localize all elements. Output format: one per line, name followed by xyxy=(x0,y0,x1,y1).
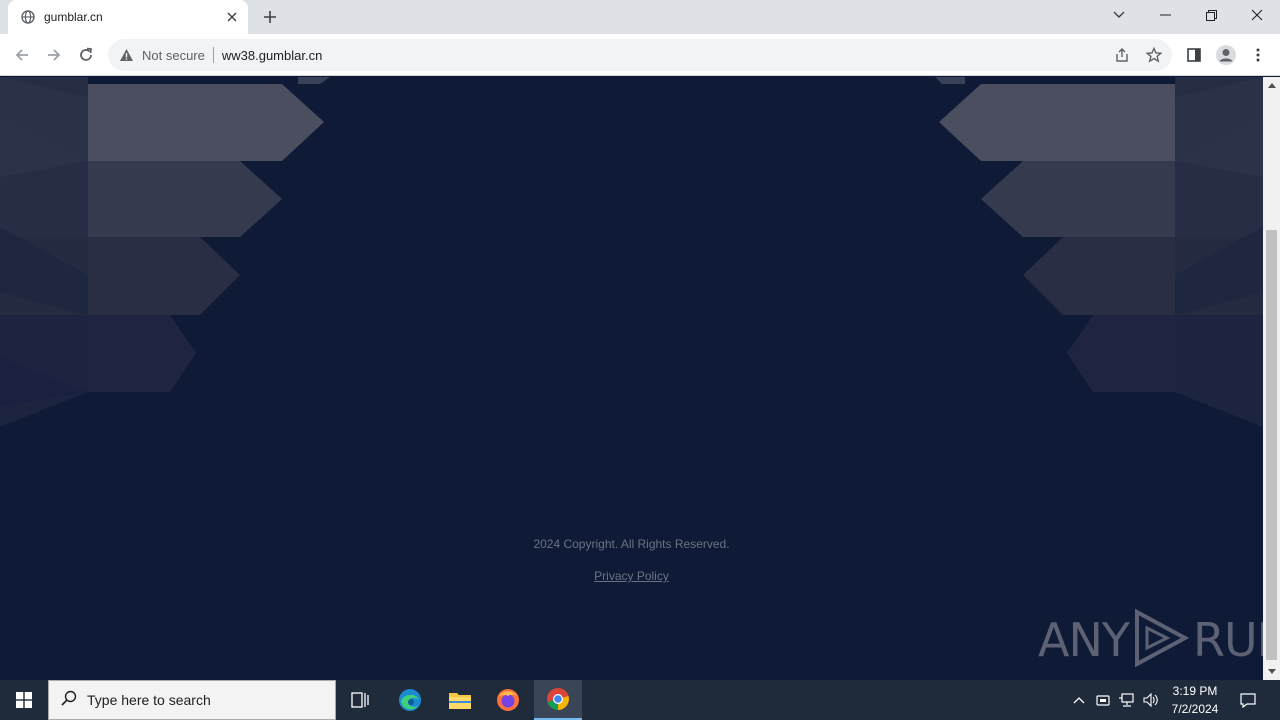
web-page: 2024 Copyright. All Rights Reserved. Pri… xyxy=(0,77,1263,680)
back-button[interactable] xyxy=(8,41,36,69)
watermark-left-text: ANY xyxy=(1038,613,1130,667)
windows-taskbar: Type here to search 3:19 PM 7/2/2024 xyxy=(0,680,1280,720)
address-separator xyxy=(212,47,214,63)
network-icon[interactable] xyxy=(1116,680,1138,720)
restore-button[interactable] xyxy=(1188,0,1234,30)
firefox-icon[interactable] xyxy=(484,680,532,720)
chrome-taskbar-icon[interactable] xyxy=(534,680,582,720)
search-placeholder: Type here to search xyxy=(87,692,211,708)
page-scrollbar[interactable] xyxy=(1263,77,1280,680)
minimize-button[interactable] xyxy=(1142,0,1188,30)
browser-tab[interactable]: gumblar.cn xyxy=(8,0,248,34)
clock-date: 7/2/2024 xyxy=(1171,702,1219,716)
background-decoration xyxy=(0,77,1263,427)
scroll-down-arrow-icon[interactable] xyxy=(1263,663,1280,680)
forward-button[interactable] xyxy=(40,41,68,69)
watermark-right-text: RUN xyxy=(1192,613,1263,667)
scroll-up-arrow-icon[interactable] xyxy=(1263,77,1280,94)
tab-strip: gumblar.cn xyxy=(0,0,1280,34)
bookmark-star-icon[interactable] xyxy=(1140,41,1168,69)
scrollbar-thumb[interactable] xyxy=(1266,230,1277,660)
play-logo-icon xyxy=(1133,608,1190,673)
volume-icon[interactable] xyxy=(1140,680,1162,720)
reload-button[interactable] xyxy=(72,41,100,69)
task-view-icon[interactable] xyxy=(336,680,384,720)
browser-toolbar: Not secure ww38.gumblar.cn xyxy=(0,34,1280,76)
close-window-button[interactable] xyxy=(1234,0,1280,30)
edge-browser-icon[interactable] xyxy=(386,680,434,720)
profile-avatar-icon[interactable] xyxy=(1212,41,1240,69)
search-icon xyxy=(61,690,77,711)
notifications-icon[interactable] xyxy=(1234,680,1262,720)
menu-kebab-icon[interactable] xyxy=(1244,41,1272,69)
file-explorer-icon[interactable] xyxy=(436,680,484,720)
tab-search-chevron-icon[interactable] xyxy=(1096,0,1142,30)
security-label[interactable]: Not secure xyxy=(142,48,205,63)
system-clock[interactable]: 3:19 PM 7/2/2024 xyxy=(1166,682,1224,718)
globe-icon xyxy=(20,9,36,25)
new-tab-button[interactable] xyxy=(258,6,282,28)
privacy-policy-link[interactable]: Privacy Policy xyxy=(594,569,669,583)
windows-logo-icon xyxy=(16,692,32,708)
start-button[interactable] xyxy=(0,680,48,720)
url-text[interactable]: ww38.gumblar.cn xyxy=(222,48,1108,63)
tab-title: gumblar.cn xyxy=(44,10,103,24)
share-icon[interactable] xyxy=(1108,41,1136,69)
clock-time: 3:19 PM xyxy=(1172,684,1218,698)
anyrun-watermark: ANY RUN xyxy=(1038,607,1263,673)
side-panel-icon[interactable] xyxy=(1180,41,1208,69)
warning-icon[interactable] xyxy=(118,47,134,63)
screen: gumblar.cn Not secure ww38.gumblar.cn 20… xyxy=(0,0,1280,720)
privacy-policy-container: Privacy Policy xyxy=(0,569,1263,583)
copyright-text: 2024 Copyright. All Rights Reserved. xyxy=(533,537,730,551)
address-bar[interactable]: Not secure ww38.gumblar.cn xyxy=(108,39,1172,71)
taskbar-search-box[interactable]: Type here to search xyxy=(48,680,336,720)
show-hidden-icons-chevron-icon[interactable] xyxy=(1068,680,1090,720)
close-tab-icon[interactable] xyxy=(222,7,242,27)
meet-now-icon[interactable] xyxy=(1092,680,1114,720)
